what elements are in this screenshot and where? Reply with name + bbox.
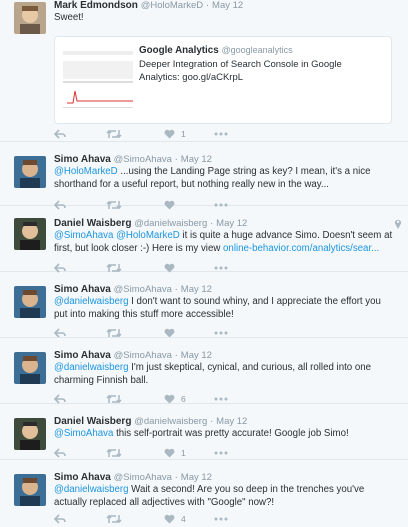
- more-icon[interactable]: [214, 513, 228, 525]
- retweet-icon[interactable]: [106, 447, 122, 459]
- author-name[interactable]: Simo Ahava: [54, 284, 111, 295]
- author-handle[interactable]: @danielwaisberg: [134, 416, 207, 427]
- author-handle[interactable]: @SimoAhava: [114, 350, 172, 361]
- avatar[interactable]: [14, 286, 46, 318]
- timestamp[interactable]: May 12: [216, 416, 247, 427]
- tweet[interactable]: Daniel Waisberg @danielwaisberg · May 12…: [0, 206, 408, 273]
- like-button[interactable]: 4: [164, 513, 186, 525]
- avatar[interactable]: [14, 2, 46, 34]
- mention-link[interactable]: @SimoAhava @HoloMarkeD: [54, 230, 180, 241]
- avatar[interactable]: [14, 352, 46, 384]
- tweet-text: @danielwaisberg Wait a second! Are you s…: [54, 484, 365, 508]
- reply-icon[interactable]: [54, 513, 66, 525]
- author-handle[interactable]: @HoloMarkeD: [141, 0, 203, 11]
- like-button[interactable]: 1: [164, 447, 186, 459]
- retweet-icon[interactable]: [106, 513, 122, 525]
- author-name[interactable]: Mark Edmondson: [54, 0, 138, 11]
- timestamp[interactable]: May 12: [181, 284, 212, 295]
- heart-icon: [164, 328, 175, 338]
- card-thumbnail: [63, 41, 133, 119]
- avatar[interactable]: [14, 156, 46, 188]
- author-handle[interactable]: @SimoAhava: [114, 154, 172, 165]
- author-name[interactable]: Simo Ahava: [54, 472, 111, 483]
- card-title[interactable]: Google Analytics: [139, 45, 219, 56]
- heart-icon: [164, 129, 175, 139]
- mention-link[interactable]: @HoloMarkeD: [54, 166, 118, 177]
- mention-link[interactable]: @danielwaisberg: [54, 296, 128, 307]
- author-name[interactable]: Daniel Waisberg: [54, 218, 131, 229]
- timestamp[interactable]: May 12: [181, 154, 212, 165]
- like-count: 6: [181, 394, 186, 404]
- tweet-text: @HoloMarkeD ...using the Landing Page st…: [54, 166, 371, 190]
- tweet[interactable]: Simo Ahava @SimoAhava · May 12 @danielwa…: [0, 338, 408, 404]
- more-icon[interactable]: [214, 128, 228, 140]
- reply-icon[interactable]: [54, 128, 66, 140]
- link-card[interactable]: Google Analytics @googleanalytics Deeper…: [54, 36, 392, 124]
- avatar[interactable]: [14, 418, 46, 450]
- like-count: 1: [181, 129, 186, 139]
- location-pin-icon: [394, 218, 402, 232]
- timestamp[interactable]: May 12: [212, 0, 243, 11]
- url-link[interactable]: online-behavior.com/analytics/sear...: [223, 243, 379, 254]
- card-description[interactable]: Deeper Integration of Search Console in …: [139, 59, 383, 84]
- tweet-text: Sweet!: [54, 12, 84, 23]
- tweet-text: @danielwaisberg I'm just skeptical, cyni…: [54, 362, 372, 386]
- author-handle[interactable]: @SimoAhava: [114, 284, 172, 295]
- author-name[interactable]: Simo Ahava: [54, 350, 111, 361]
- author-handle[interactable]: @danielwaisberg: [134, 218, 207, 229]
- timestamp[interactable]: May 12: [181, 472, 212, 483]
- timestamp[interactable]: May 12: [181, 350, 212, 361]
- author-handle[interactable]: @SimoAhava: [114, 472, 172, 483]
- avatar[interactable]: [14, 218, 46, 250]
- author-name[interactable]: Simo Ahava: [54, 154, 111, 165]
- avatar[interactable]: [14, 474, 46, 506]
- mention-link[interactable]: @danielwaisberg: [54, 362, 128, 373]
- author-name[interactable]: Daniel Waisberg: [54, 416, 131, 427]
- timestamp[interactable]: May 12: [216, 218, 247, 229]
- heart-icon: [164, 448, 175, 458]
- heart-icon: [164, 514, 175, 524]
- mention-link[interactable]: @SimoAhava: [54, 428, 113, 439]
- tweet[interactable]: Simo Ahava @SimoAhava · May 12 @danielwa…: [0, 272, 408, 338]
- tweet[interactable]: Daniel Waisberg @danielwaisberg · May 12…: [0, 404, 408, 460]
- like-button[interactable]: 1: [164, 128, 186, 140]
- heart-icon: [164, 394, 175, 404]
- mention-link[interactable]: @danielwaisberg: [54, 484, 128, 495]
- tweet-text: @SimoAhava @HoloMarkeD it is quite a hug…: [54, 230, 393, 254]
- retweet-icon[interactable]: [106, 128, 122, 140]
- more-icon[interactable]: [214, 447, 228, 459]
- tweet[interactable]: Mark Edmondson @HoloMarkeD · May 12 Swee…: [0, 0, 408, 142]
- tweet[interactable]: Simo Ahava @SimoAhava · May 12 @danielwa…: [0, 460, 408, 527]
- like-count: 4: [181, 514, 186, 524]
- tweet-text: @SimoAhava this self-portrait was pretty…: [54, 428, 349, 439]
- reply-icon[interactable]: [54, 447, 66, 459]
- like-count: 1: [181, 448, 186, 458]
- tweet[interactable]: Simo Ahava @SimoAhava · May 12 @HoloMark…: [0, 142, 408, 210]
- tweet-text: @danielwaisberg I don't want to sound wh…: [54, 296, 381, 320]
- card-handle[interactable]: @googleanalytics: [221, 45, 292, 55]
